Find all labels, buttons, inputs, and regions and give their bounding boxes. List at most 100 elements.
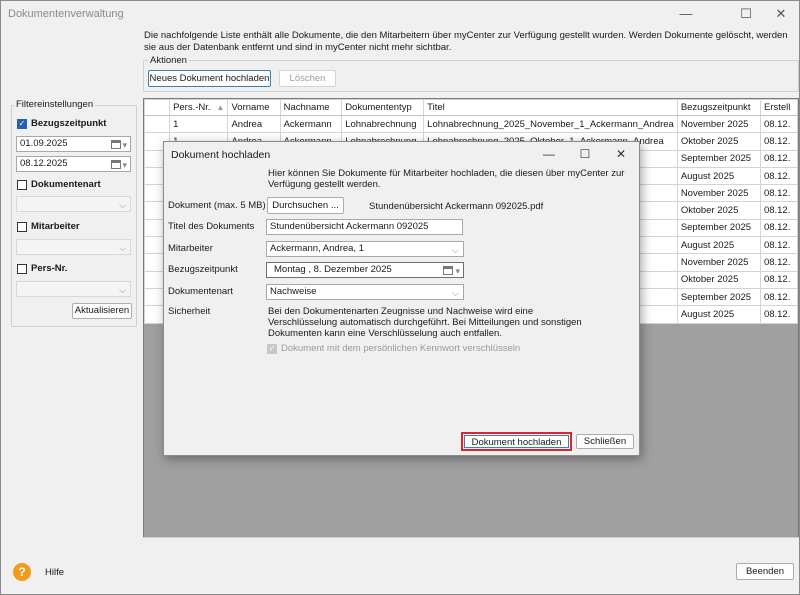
question-icon[interactable]: ?: [13, 563, 31, 581]
column-header-label: Pers.-Nr.: [173, 102, 211, 113]
column-header[interactable]: [144, 99, 171, 116]
table-cell: 08.12.: [759, 201, 798, 220]
employee-select[interactable]: Ackermann, Andrea, 1 ⌵: [266, 241, 464, 257]
grid-scrollbar[interactable]: [143, 537, 799, 550]
title-bar: Dokumentenverwaltung — ☐ ✕: [1, 1, 799, 27]
selected-filename: Stundenübersicht Ackermann 092025.pdf: [369, 201, 544, 212]
chevron-down-icon: ⌵: [119, 200, 126, 210]
column-header[interactable]: Vorname: [227, 99, 281, 116]
mitarbeiter-label: Mitarbeiter: [31, 221, 80, 232]
table-cell: Oktober 2025: [676, 132, 761, 151]
browse-button[interactable]: Durchsuchen ...: [267, 197, 344, 214]
help-link[interactable]: Hilfe: [45, 567, 64, 578]
doctype-select[interactable]: Nachweise ⌵: [266, 284, 464, 300]
new-upload-button[interactable]: Neues Dokument hochladen: [148, 70, 271, 87]
refresh-button[interactable]: Aktualisieren: [72, 303, 132, 319]
persnr-checkbox[interactable]: [17, 264, 27, 274]
chevron-down-icon: ⌵: [119, 285, 126, 295]
table-cell: Lohnabrechnung: [341, 114, 425, 134]
column-header[interactable]: Erstell: [759, 99, 798, 116]
date-from-value: 01.09.2025: [20, 138, 68, 149]
dialog-close-button[interactable]: Schließen: [576, 434, 634, 449]
persnr-select[interactable]: ⌵: [16, 281, 131, 297]
security-label: Sicherheit: [168, 306, 211, 317]
date-value: Montag , 8. Dezember 2025: [274, 264, 392, 275]
date-label: Bezugszeitpunkt: [168, 264, 238, 275]
upload-document-button-label: Dokument hochladen: [464, 435, 569, 448]
column-header-label: Dokumententyp: [345, 102, 412, 113]
chevron-down-icon[interactable]: ▾: [122, 138, 127, 151]
upload-dialog: Dokument hochladen — ☐ ✕ Hier können Sie…: [163, 141, 640, 456]
table-cell: 08.12.: [759, 166, 798, 186]
table-cell: 08.12.: [759, 132, 798, 151]
dokumentenart-select[interactable]: ⌵: [16, 196, 131, 212]
chevron-down-icon[interactable]: ▾: [455, 264, 460, 277]
table-cell: 08.12.: [759, 236, 798, 255]
encrypt-label: Dokument mit dem persönlichen Kennwort v…: [281, 343, 521, 354]
encrypt-checkbox[interactable]: ✓: [267, 344, 277, 354]
chevron-down-icon[interactable]: ⌵: [452, 286, 459, 299]
table-cell: 08.12.: [759, 149, 798, 168]
date-picker[interactable]: Montag , 8. Dezember 2025 ▾: [266, 262, 464, 278]
intro-text: Die nachfolgende Liste enthält alle Doku…: [144, 30, 788, 53]
close-icon[interactable]: ✕: [759, 1, 800, 27]
column-header[interactable]: Dokumententyp: [341, 99, 425, 116]
close-icon[interactable]: ✕: [603, 144, 639, 164]
date-to-input[interactable]: 08.12.2025 ▾: [16, 156, 131, 172]
persnr-label: Pers-Nr.: [31, 263, 68, 274]
table-cell: Oktober 2025: [676, 270, 761, 289]
table-cell: August 2025: [676, 305, 761, 324]
column-header[interactable]: Bezugszeitpunkt: [676, 99, 761, 116]
delete-button[interactable]: Löschen: [279, 70, 336, 87]
title-label: Titel des Dokuments: [168, 221, 255, 232]
column-header[interactable]: Pers.-Nr. ▲: [169, 99, 229, 116]
table-cell: November 2025: [676, 114, 761, 134]
calendar-icon[interactable]: [443, 266, 453, 275]
table-cell: September 2025: [676, 218, 761, 238]
mitarbeiter-select[interactable]: ⌵: [16, 239, 131, 255]
calendar-icon[interactable]: [111, 140, 121, 149]
upload-document-button[interactable]: Dokument hochladen: [461, 432, 572, 451]
table-cell: 08.12.: [759, 253, 798, 272]
close-button[interactable]: Beenden: [736, 563, 794, 580]
chevron-down-icon: ⌵: [119, 243, 126, 253]
title-input-value: Stundenübersicht Ackermann 092025: [270, 221, 429, 232]
chevron-down-icon[interactable]: ⌵: [452, 243, 459, 256]
title-input[interactable]: Stundenübersicht Ackermann 092025: [266, 219, 463, 235]
bezugszeitpunkt-label: Bezugszeitpunkt: [31, 118, 107, 129]
table-cell: 08.12.: [759, 287, 798, 307]
column-header[interactable]: Nachname: [279, 99, 343, 116]
employee-value: Ackermann, Andrea, 1: [270, 243, 364, 254]
maximize-icon[interactable]: ☐: [567, 144, 603, 164]
mitarbeiter-checkbox[interactable]: [17, 222, 27, 232]
table-row[interactable]: 1AndreaAckermannLohnabrechnungLohnabrech…: [144, 114, 798, 134]
table-cell: Andrea: [227, 114, 281, 134]
table-cell: 08.12.: [759, 114, 798, 134]
column-header-label: Erstell: [763, 102, 791, 113]
table-cell: September 2025: [676, 287, 761, 307]
security-text: Bei den Dokumentenarten Zeugnisse und Na…: [268, 306, 582, 339]
date-from-input[interactable]: 01.09.2025 ▾: [16, 136, 131, 152]
table-cell: Lohnabrechnung_2025_November_1_Ackermann…: [423, 114, 678, 134]
dialog-intro: Hier können Sie Dokumente für Mitarbeite…: [268, 168, 625, 190]
table-cell: [144, 114, 171, 134]
calendar-icon[interactable]: [111, 160, 121, 169]
dokumentenart-checkbox[interactable]: [17, 180, 27, 190]
table-cell: Ackermann: [279, 114, 343, 134]
table-cell: September 2025: [676, 149, 761, 168]
date-to-value: 08.12.2025: [20, 158, 68, 169]
column-header[interactable]: Titel: [423, 99, 678, 116]
grid-header-row: Pers.-Nr. ▲ Vorname Nachname Dokumententyp Ti…: [144, 99, 798, 116]
column-header-label: Titel: [427, 102, 445, 113]
document-label: Dokument (max. 5 MB): [168, 200, 266, 211]
bezugszeitpunkt-checkbox[interactable]: ✓: [17, 119, 27, 129]
table-cell: 08.12.: [759, 270, 798, 289]
table-cell: 08.12.: [759, 184, 798, 203]
minimize-icon[interactable]: —: [531, 144, 567, 164]
employee-label: Mitarbeiter: [168, 243, 213, 254]
minimize-icon[interactable]: —: [664, 1, 708, 27]
column-header-label: Vorname: [231, 102, 270, 113]
chevron-down-icon[interactable]: ▾: [122, 158, 127, 171]
table-cell: August 2025: [676, 166, 761, 186]
dialog-title: Dokument hochladen: [171, 149, 271, 161]
